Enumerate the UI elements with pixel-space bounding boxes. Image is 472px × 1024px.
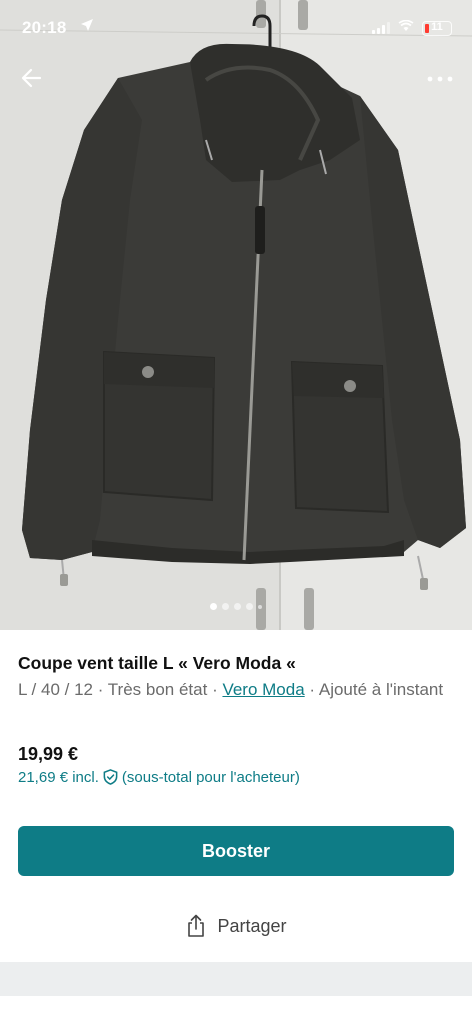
carousel-dot[interactable]	[246, 603, 253, 610]
more-options-button[interactable]	[424, 68, 456, 90]
listing-condition: Très bon état	[107, 680, 208, 699]
carousel-dot[interactable]	[234, 603, 241, 610]
carousel-dot[interactable]	[210, 603, 217, 610]
cellular-signal-icon	[372, 22, 390, 34]
listing-added: Ajouté à l'instant	[318, 680, 444, 699]
meta-separator: ·	[92, 680, 108, 699]
listing-meta: L / 40 / 12 · Très bon état · Vero Moda …	[18, 677, 454, 703]
share-label: Partager	[217, 915, 287, 936]
buyer-protection-shield-icon	[103, 769, 118, 785]
wifi-icon	[398, 19, 414, 37]
booster-button[interactable]: Booster	[18, 826, 454, 876]
meta-separator: ·	[207, 680, 223, 699]
price-with-protection[interactable]: 21,69 € incl. (sous-total pour l'acheteu…	[18, 768, 300, 786]
share-button[interactable]: Partager	[0, 914, 472, 938]
item-photo	[0, 0, 472, 630]
brand-link[interactable]: Vero Moda	[222, 680, 304, 699]
share-icon	[188, 914, 205, 937]
section-divider-band	[0, 962, 472, 996]
back-arrow-icon	[21, 68, 42, 88]
meta-separator: ·	[304, 680, 319, 699]
item-photo-carousel[interactable]: 20:18 11	[0, 0, 472, 630]
incl-price: 21,69 € incl.	[18, 768, 99, 786]
status-bar: 20:18 11	[0, 0, 472, 56]
battery-icon: 11	[422, 20, 452, 36]
listing-title: Coupe vent taille L « Vero Moda «	[18, 653, 296, 673]
battery-level: 11	[431, 20, 443, 33]
listing-details: Coupe vent taille L « Vero Moda « L / 40…	[18, 650, 454, 703]
back-button[interactable]	[18, 64, 48, 92]
carousel-dot[interactable]	[222, 603, 229, 610]
status-time: 20:18	[22, 18, 67, 37]
item-price: 19,99 €	[18, 744, 79, 764]
more-dots-icon	[427, 76, 453, 82]
incl-note: (sous-total pour l'acheteur)	[121, 768, 300, 786]
carousel-dot[interactable]	[258, 604, 262, 609]
location-arrow-icon	[80, 18, 94, 37]
listing-size: L / 40 / 12	[18, 680, 93, 699]
carousel-indicator	[0, 603, 472, 610]
